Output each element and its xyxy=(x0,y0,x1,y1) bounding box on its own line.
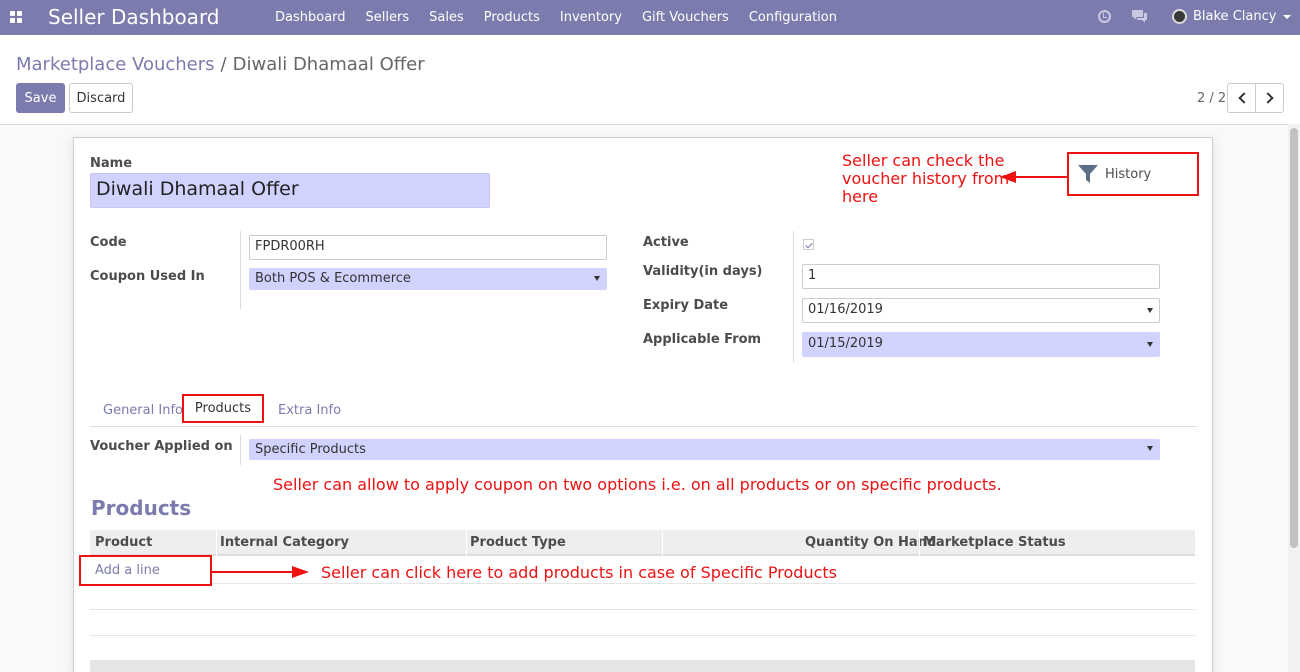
chevron-right-icon xyxy=(1261,92,1274,104)
voucher-applied-on-value: Specific Products xyxy=(255,442,366,457)
code-label: Code xyxy=(90,235,127,250)
chat-icon[interactable] xyxy=(1132,9,1148,23)
pager-previous-button[interactable] xyxy=(1227,83,1256,113)
menu-item-dashboard[interactable]: Dashboard xyxy=(275,10,346,25)
apply-annotation: Seller can allow to apply coupon on two … xyxy=(273,475,1002,494)
table-row-divider xyxy=(90,609,1195,610)
app-brand: Seller Dashboard xyxy=(48,5,220,29)
column-header-marketplace-status[interactable]: Marketplace Status xyxy=(923,535,1066,550)
code-field[interactable]: FPDR00RH xyxy=(249,235,607,260)
tab-products-label: Products xyxy=(194,401,252,416)
column-divider xyxy=(919,530,920,556)
history-annotation-line-3: here xyxy=(842,187,879,206)
column-divider xyxy=(216,530,217,556)
menu-item-products[interactable]: Products xyxy=(484,10,540,25)
add-a-line-label: Add a line xyxy=(95,563,160,578)
tab-general-info[interactable]: General Info xyxy=(103,403,183,418)
user-menu[interactable]: Blake Clancy xyxy=(1172,9,1292,24)
active-checkbox[interactable] xyxy=(803,239,814,250)
filter-icon xyxy=(1078,165,1098,183)
history-annotation-line-1: Seller can check the xyxy=(842,151,1005,170)
arrow-right-icon xyxy=(212,566,309,578)
top-navbar: Seller Dashboard Dashboard Sellers Sales… xyxy=(0,0,1300,35)
voucher-applied-on-select[interactable]: Specific Products xyxy=(249,439,1160,460)
products-table-header: Product Internal Category Product Type Q… xyxy=(90,530,1195,556)
column-header-internal-category[interactable]: Internal Category xyxy=(220,535,349,550)
field-divider xyxy=(240,231,241,309)
breadcrumb-separator: / xyxy=(220,54,227,75)
breadcrumb-parent[interactable]: Marketplace Vouchers xyxy=(16,54,215,75)
tab-divider xyxy=(90,426,1197,427)
add-a-line-button[interactable]: Add a line xyxy=(79,555,212,586)
dropdown-caret-icon xyxy=(1147,342,1153,347)
breadcrumb-current: Diwali Dhamaal Offer xyxy=(232,54,425,75)
apps-menu-icon[interactable] xyxy=(10,11,22,23)
history-annotation-line-2: voucher history from xyxy=(842,169,1010,188)
name-field[interactable]: Diwali Dhamaal Offer xyxy=(90,173,490,208)
coupon-used-in-select[interactable]: Both POS & Ecommerce xyxy=(249,268,607,290)
history-label: History xyxy=(1105,166,1152,182)
breadcrumb: Marketplace Vouchers / Diwali Dhamaal Offe… xyxy=(16,54,425,75)
expiry-date-value: 01/16/2019 xyxy=(808,302,883,317)
applicable-from-label: Applicable From xyxy=(643,332,762,347)
active-label: Active xyxy=(643,235,689,250)
expiry-date-field[interactable]: 01/16/2019 xyxy=(802,298,1160,323)
menu-item-sales[interactable]: Sales xyxy=(429,10,464,25)
user-name: Blake Clancy xyxy=(1193,9,1277,24)
avatar xyxy=(1172,9,1187,24)
column-divider xyxy=(662,530,663,556)
history-button[interactable]: History xyxy=(1067,152,1199,196)
column-divider xyxy=(466,530,467,556)
column-header-product-type[interactable]: Product Type xyxy=(470,535,566,550)
activity-clock-icon[interactable] xyxy=(1098,10,1111,23)
products-section-title: Products xyxy=(91,496,192,520)
scrollbar-thumb[interactable] xyxy=(1290,128,1298,548)
validity-label: Validity(in days) xyxy=(643,264,763,279)
column-header-product[interactable]: Product xyxy=(95,535,152,550)
pager-next-button[interactable] xyxy=(1255,83,1284,113)
coupon-used-in-value: Both POS & Ecommerce xyxy=(255,271,411,286)
tab-products[interactable]: Products xyxy=(182,394,264,423)
voucher-applied-on-label: Voucher Applied on xyxy=(90,439,233,454)
tab-extra-info[interactable]: Extra Info xyxy=(278,403,341,418)
menu-item-gift-vouchers[interactable]: Gift Vouchers xyxy=(642,10,729,25)
menu-item-configuration[interactable]: Configuration xyxy=(749,10,837,25)
applicable-from-field[interactable]: 01/15/2019 xyxy=(802,332,1160,357)
history-annotation: Seller can check the voucher history fro… xyxy=(842,152,1009,206)
field-divider xyxy=(793,231,794,363)
table-footer xyxy=(90,660,1195,672)
main-menu: Dashboard Sellers Sales Products Invento… xyxy=(275,10,857,25)
expiry-date-label: Expiry Date xyxy=(643,298,729,313)
dropdown-caret-icon xyxy=(1147,446,1153,451)
menu-item-inventory[interactable]: Inventory xyxy=(560,10,622,25)
validity-field[interactable]: 1 xyxy=(802,264,1160,289)
vertical-scrollbar[interactable] xyxy=(1288,124,1300,672)
column-header-quantity-on-hand[interactable]: Quantity On Hand xyxy=(805,535,936,550)
coupon-used-in-label: Coupon Used In xyxy=(90,269,205,284)
name-label: Name xyxy=(90,156,133,171)
add-line-annotation: Seller can click here to add products in… xyxy=(321,563,838,582)
save-button[interactable]: Save xyxy=(16,83,65,113)
dropdown-caret-icon xyxy=(594,276,600,281)
table-row-divider xyxy=(90,583,1195,584)
applicable-from-value: 01/15/2019 xyxy=(808,336,883,351)
arrow-left-icon xyxy=(1000,171,1067,183)
field-divider xyxy=(240,435,241,465)
pager-value: 2 / 2 xyxy=(1197,91,1227,106)
dropdown-caret-icon xyxy=(1147,308,1153,313)
chevron-left-icon xyxy=(1237,92,1250,104)
menu-item-sellers[interactable]: Sellers xyxy=(366,10,410,25)
table-row-divider xyxy=(90,635,1195,636)
discard-button[interactable]: Discard xyxy=(69,83,133,113)
chevron-down-icon xyxy=(1283,14,1292,19)
